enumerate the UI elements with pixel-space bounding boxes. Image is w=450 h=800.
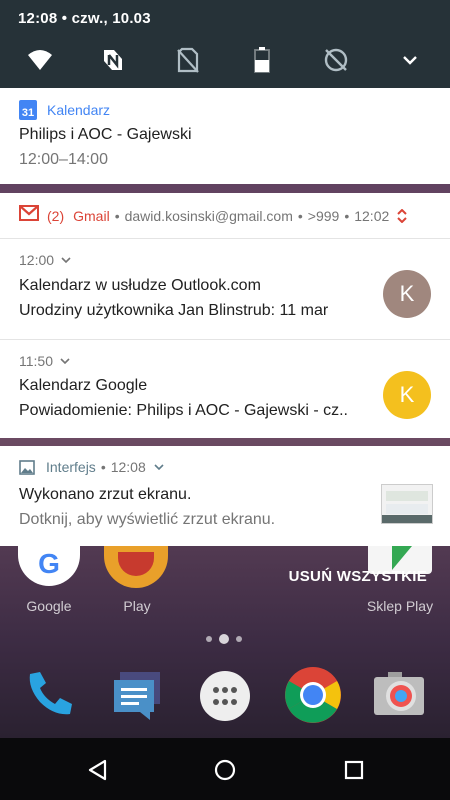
gmail-unread-count: >999 bbox=[307, 207, 340, 224]
no-sim-icon[interactable] bbox=[173, 45, 203, 75]
navigation-bar bbox=[0, 738, 450, 800]
screenshot-notification[interactable]: Interfejs • 12:08 Wykonano zrzut ekranu.… bbox=[0, 446, 450, 546]
gmail-app-header: (2) Gmail • dawid.kosinski@gmail.com • >… bbox=[19, 205, 408, 226]
screenshot-app-name: Interfejs bbox=[46, 459, 96, 475]
quick-settings-header: 12:08 • czw., 10.03 bbox=[0, 0, 450, 88]
gmail-count: (2) bbox=[47, 207, 65, 224]
separator-dot: • bbox=[114, 207, 120, 224]
message-sender: Kalendarz Google bbox=[19, 377, 148, 394]
message-time: 11:50 bbox=[19, 353, 53, 369]
recents-icon[interactable] bbox=[341, 757, 367, 783]
collapse-icon[interactable] bbox=[396, 208, 408, 223]
message-time: 12:00 bbox=[19, 252, 55, 268]
separator-dot: • bbox=[297, 207, 303, 224]
gmail-time: 12:02 bbox=[354, 207, 390, 224]
app-label-google: Google bbox=[26, 598, 72, 614]
phone-icon[interactable] bbox=[22, 668, 76, 722]
calendar-app-name: Kalendarz bbox=[47, 102, 111, 118]
screenshot-app-header: Interfejs • 12:08 bbox=[19, 459, 164, 475]
message-sender: Kalendarz w usłudze Outlook.com bbox=[19, 277, 261, 294]
play-games-icon bbox=[104, 546, 168, 588]
image-icon bbox=[19, 459, 35, 475]
gmail-notification[interactable]: (2) Gmail • dawid.kosinski@gmail.com • >… bbox=[0, 193, 450, 438]
messages-icon[interactable] bbox=[110, 668, 164, 722]
screenshot-subtitle: Dotknij, aby wyświetlić zrzut ekranu. bbox=[19, 511, 276, 528]
back-icon[interactable] bbox=[84, 757, 110, 783]
gmail-app-name: Gmail bbox=[73, 207, 110, 224]
nfc-icon[interactable] bbox=[98, 45, 128, 75]
gmail-message-item[interactable]: 11:50 Kalendarz Google Powiadomienie: Ph… bbox=[0, 340, 450, 438]
gmail-account: dawid.kosinski@gmail.com bbox=[124, 207, 293, 224]
camera-icon[interactable] bbox=[372, 668, 426, 722]
home-icon[interactable] bbox=[212, 757, 238, 783]
separator-dot: • bbox=[100, 459, 106, 475]
avatar: K bbox=[383, 270, 431, 318]
calendar-notification[interactable]: 31 Kalendarz Philips i AOC - Gajewski 12… bbox=[0, 88, 450, 184]
avatar: K bbox=[383, 371, 431, 419]
app-drawer-icon[interactable] bbox=[198, 669, 252, 723]
chrome-icon[interactable] bbox=[284, 666, 342, 724]
quick-settings-tiles bbox=[0, 45, 450, 75]
wifi-icon[interactable] bbox=[25, 45, 55, 75]
app-label-play-store: Sklep Play bbox=[366, 598, 434, 614]
message-preview: Urodziny użytkownika Jan Blinstrub: 11 m… bbox=[19, 302, 329, 319]
status-date: czw., 10.03 bbox=[71, 10, 151, 27]
battery-icon[interactable] bbox=[247, 45, 277, 75]
status-datetime: 12:08 • czw., 10.03 bbox=[18, 10, 151, 27]
screenshot-thumbnail bbox=[381, 484, 433, 524]
data-saver-icon[interactable] bbox=[321, 45, 351, 75]
gmail-icon bbox=[19, 205, 39, 226]
chevron-down-icon[interactable] bbox=[154, 464, 164, 470]
status-separator: • bbox=[61, 10, 72, 27]
screenshot-time: 12:08 bbox=[110, 459, 146, 475]
google-app-icon: G bbox=[18, 546, 80, 586]
status-time: 12:08 bbox=[18, 10, 58, 27]
calendar-icon-day: 31 bbox=[21, 107, 35, 119]
calendar-event-title: Philips i AOC - Gajewski bbox=[19, 126, 192, 143]
app-label-play: Play bbox=[123, 598, 151, 614]
calendar-app-header: 31 Kalendarz bbox=[19, 100, 110, 120]
separator-dot: • bbox=[344, 207, 350, 224]
page-indicator bbox=[206, 633, 244, 645]
calendar-app-icon: 31 bbox=[19, 100, 37, 120]
message-time-row: 12:00 bbox=[19, 252, 71, 268]
chevron-down-icon[interactable] bbox=[61, 257, 71, 263]
message-time-row: 11:50 bbox=[19, 353, 70, 369]
expand-icon[interactable] bbox=[395, 45, 425, 75]
message-preview: Powiadomienie: Philips i AOC - Gajewski … bbox=[19, 402, 348, 419]
gmail-message-item[interactable]: 12:00 Kalendarz w usłudze Outlook.com Ur… bbox=[0, 239, 450, 339]
chevron-down-icon[interactable] bbox=[60, 358, 70, 364]
calendar-event-time: 12:00–14:00 bbox=[19, 151, 108, 168]
screenshot-title: Wykonano zrzut ekranu. bbox=[19, 486, 192, 503]
clear-all-button[interactable]: USUŃ WSZYSTKIE bbox=[289, 568, 427, 585]
